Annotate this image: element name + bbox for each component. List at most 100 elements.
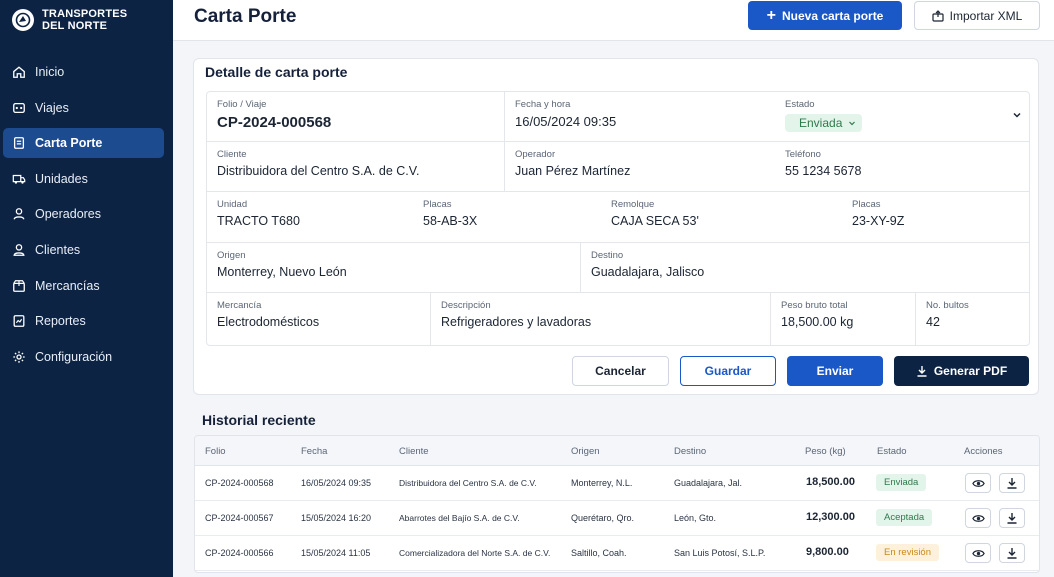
import-xml-button[interactable]: Importar XML (914, 1, 1040, 30)
mercancia-value: Electrodomésticos (217, 315, 320, 329)
brand-line-2: DEL NORTE (42, 20, 108, 32)
eye-icon (971, 479, 985, 487)
sidebar-nav: Inicio Viajes Carta Porte Unidades Opera… (3, 57, 164, 377)
bultos-cell: No. bultos 42 (916, 293, 1029, 346)
column-header: Cliente (399, 446, 429, 457)
cell-origen: Querétaro, Qro. (571, 513, 635, 523)
sidebar-item-label: Reportes (35, 314, 86, 329)
table-row[interactable]: CP-2024-000568 16/05/2024 09:35 Distribuid… (195, 466, 1039, 501)
cell-folio: CP-2024-000568 (205, 478, 274, 488)
client-icon (13, 244, 25, 256)
view-button[interactable] (965, 508, 991, 528)
upload-icon (932, 9, 944, 22)
chevron-down-icon (849, 121, 856, 126)
send-button[interactable]: Enviar (787, 356, 883, 386)
save-button[interactable]: Guardar (680, 356, 776, 386)
bultos-value: 42 (926, 315, 940, 329)
mercancia-cell: Mercancía Electrodomésticos (207, 293, 431, 346)
folio-value: CP-2024-000568 (217, 114, 332, 131)
placas-tracto-label: Placas (423, 199, 452, 210)
cell-fecha: 15/05/2024 16:20 (301, 513, 372, 523)
estado-value: Enviada (799, 116, 843, 130)
table-row[interactable]: CP-2024-000567 15/05/2024 16:20 Abarrotes … (195, 501, 1039, 536)
status-badge: Enviada (876, 474, 927, 491)
cell-fecha: 15/05/2024 11:05 (301, 548, 371, 558)
remolque-value: CAJA SECA 53' (611, 214, 699, 228)
peso-label: Peso bruto total (781, 300, 848, 311)
sidebar-item-label: Configuración (35, 349, 113, 364)
sidebar-item-label: Mercancías (35, 278, 100, 293)
cancel-button[interactable]: Cancelar (572, 356, 669, 386)
detail-row-folio: Folio / Viaje CP-2024-000568 Fecha y hor… (207, 92, 1029, 142)
operador-cell: Operador Juan Pérez Martínez (505, 142, 775, 191)
download-button[interactable] (999, 473, 1025, 493)
estado-cell: Estado Enviada (775, 92, 1029, 141)
eye-icon (971, 514, 985, 522)
home-icon (13, 66, 25, 78)
app-window: TRANSPORTES DEL NORTE Inicio Viajes Cart… (0, 0, 1054, 577)
column-header: Destino (674, 446, 707, 457)
cell-peso: 18,500.00 (806, 476, 855, 488)
detail-row-ruta: Origen Monterrey, Nuevo León Destino Gua… (207, 243, 1029, 293)
cell-folio: CP-2024-000566 (205, 548, 274, 558)
table-header: Folio Fecha Cliente Origen Destino Peso … (195, 436, 1039, 466)
sidebar-item-viajes[interactable]: Viajes (3, 93, 164, 123)
placas-remolque-value: 23-XY-9Z (852, 214, 905, 228)
estado-select[interactable]: Enviada (785, 114, 863, 132)
unidad-cell: Unidad TRACTO T680 (207, 192, 413, 242)
origen-label: Origen (217, 250, 246, 261)
new-carta-porte-button[interactable]: + Nueva carta porte (748, 1, 902, 30)
sidebar-item-clientes[interactable]: Clientes (3, 235, 164, 265)
sidebar-item-mercancias[interactable]: Mercancías (3, 271, 164, 301)
destino-cell: Destino Guadalajara, Jalisco (581, 243, 1029, 292)
gear-icon (13, 351, 25, 363)
download-button[interactable] (999, 543, 1025, 563)
top-bar: Carta Porte + Nueva carta porte Importar… (173, 0, 1054, 41)
download-button[interactable] (999, 508, 1025, 528)
sidebar-item-reportes[interactable]: Reportes (3, 306, 164, 336)
sidebar-item-unidades[interactable]: Unidades (3, 164, 164, 194)
sidebar-item-carta-porte[interactable]: Carta Porte (3, 128, 164, 159)
column-header: Estado (877, 446, 907, 457)
telefono-cell: Teléfono 55 1234 5678 (775, 142, 1029, 191)
generate-pdf-label: Generar PDF (933, 364, 1008, 378)
sidebar-item-label: Unidades (35, 171, 88, 186)
cell-origen: Monterrey, N.L. (571, 478, 633, 488)
folio-label: Folio / Viaje (217, 99, 267, 110)
fecha-cell: Fecha y hora 16/05/2024 09:35 (505, 92, 775, 141)
operador-label: Operador (515, 149, 556, 160)
sidebar-item-label: Viajes (35, 100, 69, 115)
bultos-label: No. bultos (926, 300, 969, 311)
sidebar-item-label: Inicio (35, 65, 65, 79)
new-carta-porte-label: Nueva carta porte (781, 8, 884, 23)
detail-card: Detalle de carta porte Folio / Viaje CP-… (193, 58, 1039, 395)
table-row[interactable]: CP-2024-000566 15/05/2024 11:05 Comerciali… (195, 536, 1039, 571)
plus-icon: + (766, 6, 776, 24)
brand[interactable]: TRANSPORTES DEL NORTE (12, 8, 127, 32)
sidebar-item-label: Clientes (35, 242, 81, 257)
detail-row-mercancia: Mercancía Electrodomésticos Descripción … (207, 293, 1029, 346)
cell-folio: CP-2024-000567 (205, 513, 274, 523)
detail-row-unidad: Unidad TRACTO T680 Placas 58-AB-3X Remol… (207, 192, 1029, 243)
generate-pdf-button[interactable]: Generar PDF (894, 356, 1029, 386)
main-content: Carta Porte + Nueva carta porte Importar… (173, 0, 1054, 577)
expand-chevron-icon[interactable] (1011, 109, 1023, 121)
sidebar-item-inicio[interactable]: Inicio (3, 57, 164, 87)
cliente-cell: Cliente Distribuidora del Centro S.A. de… (207, 142, 505, 191)
sidebar-item-operadores[interactable]: Operadores (3, 199, 164, 229)
remolque-label: Remolque (611, 199, 655, 210)
estado-label: Estado (785, 99, 815, 110)
sidebar-item-configuracion[interactable]: Configuración (3, 342, 164, 372)
placas-remolque-cell: Placas 23-XY-9Z (842, 192, 1029, 242)
cell-origen: Saltillo, Coah. (571, 548, 627, 558)
view-button[interactable] (965, 473, 991, 493)
fecha-label: Fecha y hora (515, 99, 571, 110)
cliente-label: Cliente (217, 149, 247, 160)
descripcion-cell: Descripción Refrigeradores y lavadoras (431, 293, 771, 346)
download-icon (1007, 548, 1017, 559)
view-button[interactable] (965, 543, 991, 563)
telefono-value: 55 1234 5678 (785, 164, 862, 178)
origen-cell: Origen Monterrey, Nuevo León (207, 243, 581, 292)
unidad-value: TRACTO T680 (217, 214, 300, 228)
eye-icon (971, 549, 985, 557)
